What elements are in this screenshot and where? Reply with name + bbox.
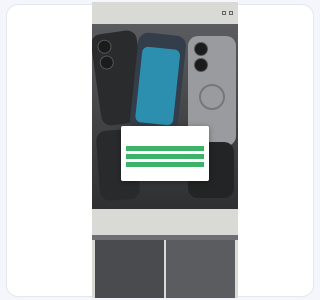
search-icon[interactable] <box>222 11 226 15</box>
product-tile[interactable] <box>166 240 235 298</box>
cart-icon[interactable] <box>229 11 233 15</box>
product-tile[interactable] <box>95 240 164 298</box>
section-heading <box>92 209 238 235</box>
accept-all-button[interactable] <box>126 146 204 151</box>
header-icons <box>222 11 233 15</box>
camera-icon <box>194 42 208 56</box>
settings-button[interactable] <box>126 162 204 167</box>
cookie-consent-dialog <box>121 126 209 181</box>
dialog-body-text <box>126 132 204 143</box>
camera-icon <box>194 58 208 72</box>
accept-selection-button[interactable] <box>126 154 204 159</box>
camera-icon <box>98 54 115 71</box>
phone-screen <box>134 46 181 126</box>
product-grid <box>92 240 238 298</box>
hero-banner[interactable] <box>92 24 238 209</box>
site-header <box>92 2 238 24</box>
magsafe-ring-icon <box>199 84 225 110</box>
phone-case-image <box>129 31 187 135</box>
camera-icon <box>96 38 113 55</box>
